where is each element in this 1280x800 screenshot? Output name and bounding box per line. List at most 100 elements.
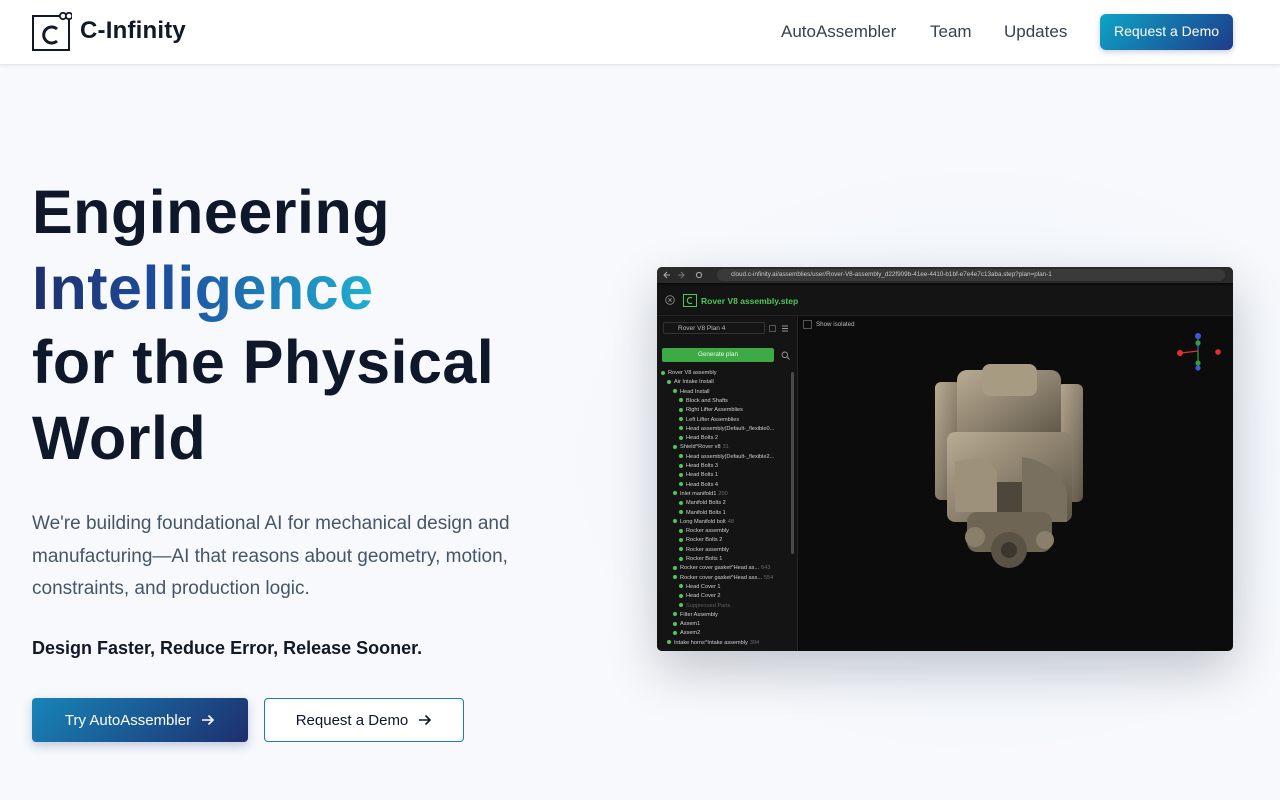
tree-item-label: Head Bolts 2	[686, 435, 719, 442]
tree-item: Air Intake Install	[667, 378, 714, 387]
part-dot-icon	[673, 491, 677, 496]
part-dot-icon	[679, 593, 683, 598]
part-dot-icon	[679, 547, 683, 552]
request-demo-header-button[interactable]: Request a Demo	[1100, 14, 1233, 50]
app-logo-icon	[683, 294, 697, 307]
tree-item-label: Head Bolts 3	[686, 463, 719, 469]
tree-item: Head Bolts 2	[679, 434, 718, 443]
checkbox-icon	[803, 320, 812, 329]
tree-item-label: Rocker cover gasket^Head as...	[680, 565, 760, 572]
nav-updates[interactable]: Updates	[1004, 22, 1067, 42]
part-dot-icon	[679, 435, 683, 440]
part-dot-icon	[673, 612, 677, 617]
tree-item-label: Right Lifter Assemblies	[686, 407, 743, 414]
tree-item-count: 394	[749, 639, 760, 646]
tree-item-label: Inlet manifold1	[680, 490, 717, 497]
browser-chrome: cloud.c-infinity.ai/assemblies/user/Rove…	[657, 267, 1233, 283]
v8-engine-3d-model	[935, 364, 1083, 568]
part-dot-icon	[673, 389, 677, 394]
tree-item: Assem2	[673, 629, 700, 638]
nav-autoassembler[interactable]: AutoAssembler	[781, 22, 896, 42]
hero-title-line-1: Engineering	[32, 178, 390, 246]
tree-item-label: Assem1	[680, 621, 701, 628]
tree-item: Manifold Bolts 2	[679, 499, 726, 508]
tree-item: Filter Assembly	[673, 611, 718, 620]
tree-item-label: Block and Shafts	[686, 397, 728, 404]
tree-item-label: Rover V8 assembly	[668, 370, 717, 376]
tree-item: Head Bolts 4	[679, 481, 718, 490]
tree-item: Block and Shafts	[679, 397, 728, 406]
part-dot-icon	[679, 603, 683, 608]
part-dot-icon	[679, 556, 683, 561]
show-isolated-label: Show isolated	[816, 321, 855, 329]
part-dot-icon	[679, 407, 683, 412]
tree-item: Rocker Bolts 1	[679, 555, 722, 564]
tree-item-label: Filter Assembly	[680, 611, 718, 618]
tree-item: Head Cover 2	[679, 592, 721, 601]
tree-item: Head assembly(Default-_flexible2...	[679, 453, 774, 462]
part-dot-icon	[679, 426, 683, 431]
part-dot-icon	[679, 463, 683, 468]
part-dot-icon	[679, 584, 683, 589]
generate-plan-button: Generate plan	[662, 348, 774, 362]
part-dot-icon	[679, 537, 683, 542]
request-demo-button[interactable]: Request a Demo	[264, 698, 464, 742]
tree-item: Left Lifter Assemblies	[679, 416, 739, 425]
part-dot-icon	[679, 417, 683, 422]
part-dot-icon	[673, 519, 677, 524]
tree-item: Inlet manifold1 200	[673, 490, 728, 499]
tree-item-label: Rocker Bolts 1	[686, 556, 723, 562]
tree-item-count: 48	[727, 518, 734, 525]
tree-item-label: Intake horns^Intake assembly	[674, 639, 748, 646]
tree-item-count: 554	[763, 574, 774, 581]
hero-title-line-3: for the Physical	[32, 328, 495, 396]
tree-item-label: Rocker assembly	[686, 546, 729, 553]
tree-item: Head Cover 1	[679, 583, 721, 592]
tree-item: Manifold Bolts 1	[679, 509, 726, 518]
tree-item-label: Head Cover 2	[686, 593, 721, 600]
part-dot-icon	[673, 444, 677, 449]
hero-subtitle: We're building foundational AI for mecha…	[32, 513, 510, 599]
try-autoassembler-button[interactable]: Try AutoAssembler	[32, 698, 248, 742]
browser-nav-icons	[663, 271, 703, 279]
tree-item: Shield^Rover v8 31	[673, 443, 729, 452]
search-icon	[781, 351, 790, 360]
tree-item: Rocker cover gasket^Head ass... 554	[673, 574, 773, 583]
tree-item: Rocker cover gasket^Head as... 643	[673, 564, 770, 573]
part-dot-icon	[679, 454, 683, 459]
assembly-tree-sidebar: Rover V8 Plan 4 Generate plan Rover V8 a…	[657, 316, 798, 651]
part-dot-icon	[667, 379, 671, 384]
browser-url-bar: cloud.c-infinity.ai/assemblies/user/Rove…	[717, 269, 1225, 281]
tree-item-label: Rocker assembly	[686, 528, 729, 535]
part-dot-icon	[673, 565, 677, 570]
orientation-axis-gizmo	[1177, 333, 1221, 371]
part-dot-icon	[679, 528, 683, 533]
tree-item: Head Bolts 1	[679, 471, 718, 480]
part-dot-icon	[679, 482, 683, 487]
show-isolated-toggle: Show isolated	[803, 320, 855, 329]
part-dot-icon	[673, 575, 677, 580]
tree-item-label: Head assembly(Default-_flexible0...	[686, 425, 775, 432]
tree-item-label: Head Cover 1	[686, 583, 721, 590]
arrow-right-icon	[419, 714, 432, 726]
part-dot-icon	[661, 370, 665, 375]
tree-item-label: Shield^Rover v8	[680, 444, 721, 451]
nav-team[interactable]: Team	[930, 22, 972, 42]
try-autoassembler-label: Try AutoAssembler	[64, 711, 192, 729]
tree-item-label: Head Bolts 4	[686, 481, 719, 488]
part-dot-icon	[679, 500, 683, 505]
tree-item-label: Assem2	[680, 630, 701, 637]
tree-item: Long Manifold bolt 48	[673, 518, 734, 527]
tree-item-count: 200	[718, 490, 728, 497]
arrow-right-icon	[202, 714, 215, 726]
tree-item-count: 643	[761, 565, 771, 572]
site-header: C-Infinity AutoAssembler Team Updates Re…	[0, 0, 1280, 65]
tree-item-label: Head Bolts 1	[686, 472, 719, 479]
hero-tagline: Design Faster, Reduce Error, Release Soo…	[32, 638, 423, 658]
tree-item: Head Install	[673, 388, 710, 397]
tree-scrollbar	[791, 372, 794, 554]
tree-item: Head assembly(Default-_flexible0...	[679, 425, 774, 434]
brand-logo[interactable]: C-Infinity	[32, 11, 186, 51]
infinity-c-logo-icon	[32, 11, 74, 51]
assembly-file-title: Rover V8 assembly.step	[701, 296, 799, 306]
